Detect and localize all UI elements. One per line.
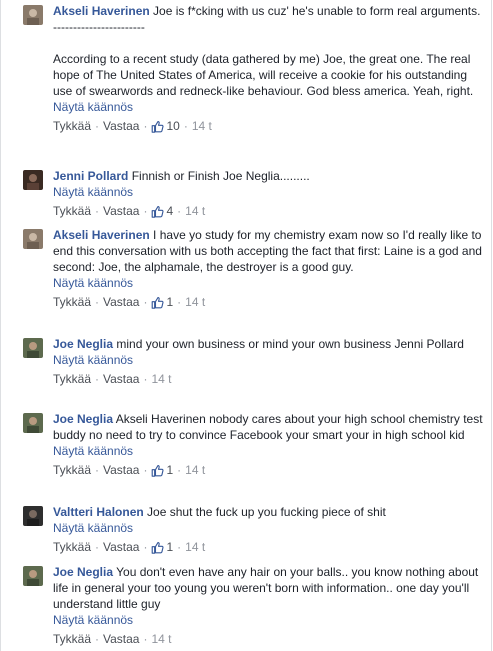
reply-link[interactable]: Vastaa xyxy=(103,371,139,387)
comment-body: Akseli Haverinen Joe is f*cking with us … xyxy=(53,3,483,99)
like-count: 1 xyxy=(166,540,174,554)
like-link[interactable]: Tykkää xyxy=(53,631,91,647)
timestamp[interactable]: 14 t xyxy=(151,371,171,387)
comment-text: Joe is f*cking with us cuz' he's unable … xyxy=(53,4,481,98)
timestamp[interactable]: 14 t xyxy=(185,203,205,219)
comment-actions: Tykkää · Vastaa · 4 · 14 t xyxy=(53,203,206,219)
thumbs-up-icon[interactable] xyxy=(151,464,165,477)
like-count: 10 xyxy=(166,119,180,133)
like-count: 1 xyxy=(166,463,174,477)
comment: Joe Neglia mind your own business or min… xyxy=(23,336,483,387)
thumbs-up-icon[interactable] xyxy=(151,120,165,133)
like-link[interactable]: Tykkää xyxy=(53,371,91,387)
see-translation-link[interactable]: Näytä käännös xyxy=(53,520,483,536)
thumbs-up-icon[interactable] xyxy=(151,205,165,218)
comment: Valtteri Halonen Joe shut the fuck up yo… xyxy=(23,504,483,555)
reply-link[interactable]: Vastaa xyxy=(103,294,139,310)
timestamp[interactable]: 14 t xyxy=(185,462,205,478)
like-count: 1 xyxy=(166,295,174,309)
thumbs-up-icon[interactable] xyxy=(151,541,165,554)
see-translation-link[interactable]: Näytä käännös xyxy=(53,352,483,368)
comment-actions: Tykkää · Vastaa · 1 · 14 t xyxy=(53,294,206,310)
comment-author[interactable]: Akseli Haverinen xyxy=(53,228,150,242)
comment-actions: Tykkää · Vastaa · 1 · 14 t xyxy=(53,462,206,478)
see-translation-link[interactable]: Näytä käännös xyxy=(53,184,483,200)
avatar[interactable] xyxy=(23,229,43,249)
comment-author[interactable]: Akseli Haverinen xyxy=(53,4,150,18)
comment-thread: Akseli Haverinen Joe is f*cking with us … xyxy=(0,0,492,651)
comment-actions: Tykkää · Vastaa · 14 t xyxy=(53,631,172,647)
comment-text: You don't even have any hair on your bal… xyxy=(53,565,479,611)
comment-author[interactable]: Joe Neglia xyxy=(53,565,113,579)
comment-author[interactable]: Jenni Pollard xyxy=(53,169,128,183)
comment-actions: Tykkää · Vastaa · 1 · 14 t xyxy=(53,539,206,555)
timestamp[interactable]: 14 t xyxy=(151,631,171,647)
avatar[interactable] xyxy=(23,5,43,25)
reply-link[interactable]: Vastaa xyxy=(103,462,139,478)
comment-body: Joe Neglia mind your own business or min… xyxy=(53,336,483,352)
avatar[interactable] xyxy=(23,413,43,433)
comment-text: mind your own business or mind your own … xyxy=(113,337,464,351)
like-link[interactable]: Tykkää xyxy=(53,294,91,310)
reply-link[interactable]: Vastaa xyxy=(103,203,139,219)
timestamp[interactable]: 14 t xyxy=(185,539,205,555)
see-translation-link[interactable]: Näytä käännös xyxy=(53,612,483,628)
comment-body: Joe Neglia Akseli Haverinen nobody cares… xyxy=(53,411,483,443)
comment-text: Joe shut the fuck up you fucking piece o… xyxy=(143,505,386,519)
like-link[interactable]: Tykkää xyxy=(53,462,91,478)
comment-author[interactable]: Valtteri Halonen xyxy=(53,505,144,519)
like-count: 4 xyxy=(166,204,174,218)
like-link[interactable]: Tykkää xyxy=(53,539,91,555)
like-link[interactable]: Tykkää xyxy=(53,203,91,219)
reply-link[interactable]: Vastaa xyxy=(103,631,139,647)
avatar[interactable] xyxy=(23,566,43,586)
see-translation-link[interactable]: Näytä käännös xyxy=(53,275,483,291)
comment-body: Joe Neglia You don't even have any hair … xyxy=(53,564,483,612)
comment-text: Akseli Haverinen nobody cares about your… xyxy=(53,412,483,442)
comment: Jenni Pollard Finnish or Finish Joe Negl… xyxy=(23,168,483,219)
comment-text: Finnish or Finish Joe Neglia......... xyxy=(128,169,310,183)
comment-author[interactable]: Joe Neglia xyxy=(53,337,113,351)
comment-actions: Tykkää · Vastaa · 10 · 14 t xyxy=(53,118,212,134)
avatar[interactable] xyxy=(23,170,43,190)
reply-link[interactable]: Vastaa xyxy=(103,539,139,555)
comment-actions: Tykkää · Vastaa · 14 t xyxy=(53,371,172,387)
comment: Akseli Haverinen Joe is f*cking with us … xyxy=(23,3,483,134)
thumbs-up-icon[interactable] xyxy=(151,296,165,309)
comment: Akseli Haverinen I have yo study for my … xyxy=(23,227,483,310)
comment: Joe Neglia Akseli Haverinen nobody cares… xyxy=(23,411,483,478)
see-translation-link[interactable]: Näytä käännös xyxy=(53,99,483,115)
comment-author[interactable]: Joe Neglia xyxy=(53,412,113,426)
timestamp[interactable]: 14 t xyxy=(192,118,212,134)
see-translation-link[interactable]: Näytä käännös xyxy=(53,443,483,459)
comment: Joe Neglia You don't even have any hair … xyxy=(23,564,483,647)
comment-body: Jenni Pollard Finnish or Finish Joe Negl… xyxy=(53,168,483,184)
avatar[interactable] xyxy=(23,506,43,526)
like-link[interactable]: Tykkää xyxy=(53,118,91,134)
reply-link[interactable]: Vastaa xyxy=(103,118,139,134)
avatar[interactable] xyxy=(23,338,43,358)
comment-body: Valtteri Halonen Joe shut the fuck up yo… xyxy=(53,504,483,520)
comment-body: Akseli Haverinen I have yo study for my … xyxy=(53,227,483,275)
timestamp[interactable]: 14 t xyxy=(185,294,205,310)
